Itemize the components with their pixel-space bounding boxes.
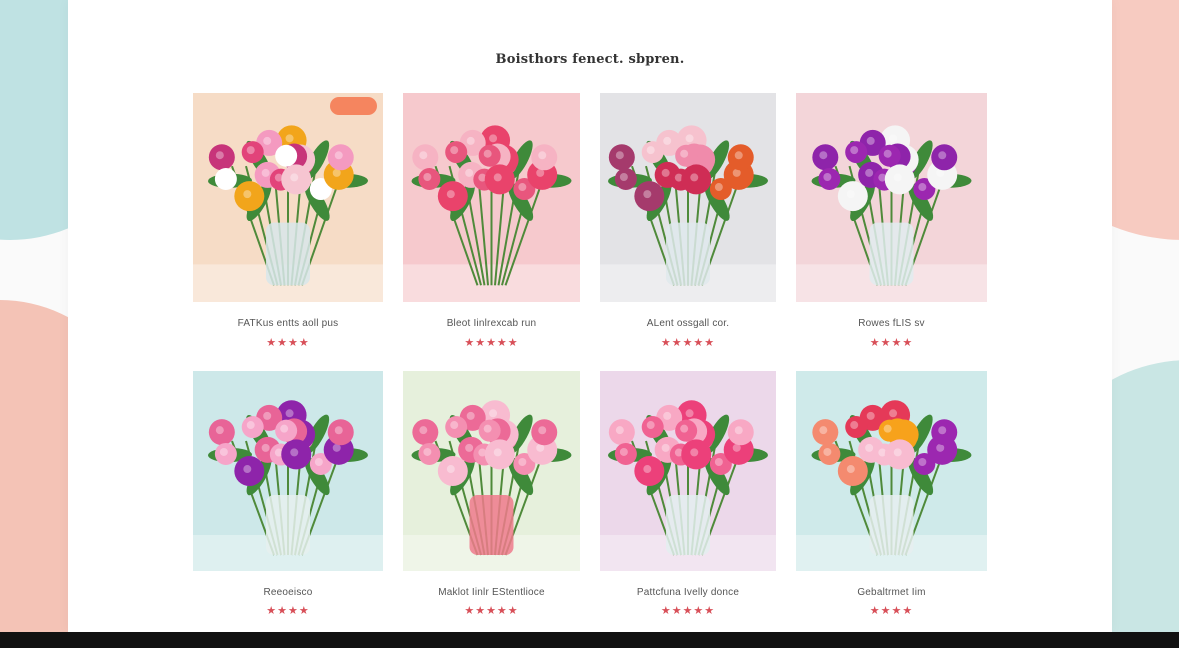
- rating-stars: ★★★★: [266, 337, 310, 349]
- rating-stars: ★★★★: [869, 337, 914, 349]
- rating-stars: ★★★★: [266, 605, 310, 617]
- product-name[interactable]: Bleot Iinlrexcab run: [403, 318, 580, 329]
- bottom-edge: [0, 632, 1179, 648]
- product-card[interactable]: Rowes fLIS sv ★★★★: [796, 93, 987, 353]
- product-card[interactable]: Gebaltrmet Iim ★★★★: [796, 371, 987, 631]
- product-image[interactable]: [796, 371, 987, 571]
- product-name[interactable]: Rowes fLIS sv: [796, 318, 987, 329]
- product-image[interactable]: [403, 93, 580, 302]
- product-image[interactable]: [796, 93, 987, 302]
- product-name[interactable]: Maklot Iinlr EStentlioce: [403, 587, 580, 598]
- bouquet-illustration: [403, 371, 580, 571]
- rating-stars: ★★★★★: [660, 605, 716, 617]
- bouquet-illustration: [193, 371, 383, 571]
- rating-stars: ★★★★★: [464, 337, 519, 349]
- bouquet-illustration: [403, 93, 580, 302]
- rating-stars: ★★★★★: [464, 605, 519, 617]
- bouquet-illustration: [796, 93, 987, 302]
- bouquet-illustration: [193, 93, 383, 302]
- product-card[interactable]: ALent ossgall cor. ★★★★★: [600, 93, 776, 353]
- product-name[interactable]: FATKus entts aoll pus: [193, 318, 383, 329]
- product-image[interactable]: [600, 93, 776, 302]
- product-page: Boisthors fenect. sbpren. FATKus entts a…: [68, 0, 1112, 632]
- product-card[interactable]: Bleot Iinlrexcab run ★★★★★: [403, 93, 580, 353]
- product-image[interactable]: [600, 371, 776, 571]
- product-card[interactable]: FATKus entts aoll pus ★★★★: [193, 93, 383, 353]
- sale-badge: [330, 97, 377, 115]
- product-name[interactable]: Pattcfuna Ivelly donce: [600, 587, 776, 598]
- bouquet-illustration: [600, 371, 776, 571]
- section-heading: Boisthors fenect. sbpren.: [495, 52, 685, 67]
- bouquet-illustration: [796, 371, 987, 571]
- rating-stars: ★★★★: [869, 605, 914, 617]
- bouquet-illustration: [600, 93, 776, 302]
- product-image[interactable]: [193, 371, 383, 571]
- product-image[interactable]: [193, 93, 383, 302]
- product-name[interactable]: Gebaltrmet Iim: [796, 587, 987, 598]
- product-card[interactable]: Pattcfuna Ivelly donce ★★★★★: [600, 371, 776, 631]
- rating-stars: ★★★★★: [660, 337, 716, 349]
- product-card[interactable]: Reeoeisco ★★★★: [193, 371, 383, 631]
- product-image[interactable]: [403, 371, 580, 571]
- product-name[interactable]: Reeoeisco: [193, 587, 383, 598]
- product-card[interactable]: Maklot Iinlr EStentlioce ★★★★★: [403, 371, 580, 631]
- product-name[interactable]: ALent ossgall cor.: [600, 318, 776, 329]
